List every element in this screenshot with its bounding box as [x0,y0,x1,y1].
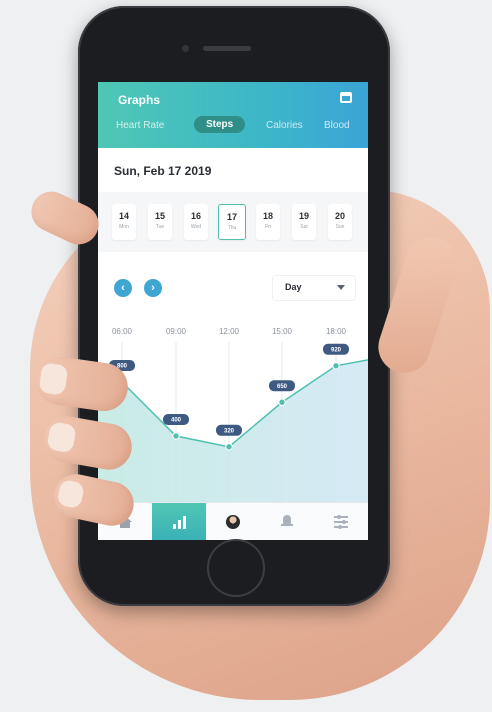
day-cell[interactable]: 16 Wed [184,204,208,240]
day-number: 19 [298,211,309,221]
day-number: 18 [262,211,273,221]
bell-icon [281,515,293,527]
selected-date: Sun, Feb 17 2019 [114,164,212,178]
day-number: 15 [154,211,165,221]
front-camera [182,45,189,52]
app-screen: Graphs Heart Rate Steps Calories Blood S… [98,82,368,540]
x-tick-label: 06:00 [112,327,133,336]
data-label: 400 [171,418,182,424]
tab-calories[interactable]: Calories [266,120,303,131]
nav-settings[interactable] [314,503,368,540]
day-weekday: Mon [119,224,129,230]
chevron-down-icon [337,285,345,290]
data-point[interactable] [332,362,340,370]
nav-graphs[interactable] [152,503,206,540]
day-number: 17 [226,212,237,222]
data-label: 650 [277,384,288,390]
day-cell[interactable]: 18 Fri [256,204,280,240]
day-number: 20 [334,211,345,221]
day-number: 16 [190,211,201,221]
day-weekday: Sun [335,224,345,230]
metric-tabs: Heart Rate Steps Calories Blood [98,115,368,141]
page-title: Graphs [118,93,161,107]
calendar-icon[interactable] [340,92,352,103]
sliders-icon [334,514,348,530]
next-button[interactable]: › [144,279,162,297]
data-point[interactable] [225,443,233,451]
day-number: 14 [118,211,129,221]
nav-profile[interactable] [206,503,260,540]
day-weekday: Thu [227,225,237,231]
x-tick-label: 09:00 [166,327,187,336]
day-weekday: Fri [265,224,271,230]
data-label: 320 [224,428,235,434]
day-cell-selected[interactable]: 17 Thu [218,204,246,240]
chevron-right-icon: › [151,282,155,294]
bar-chart-icon [172,515,186,529]
data-point[interactable] [278,398,286,406]
x-tick-label: 12:00 [219,327,240,336]
nav-notifications[interactable] [260,503,314,540]
range-dropdown[interactable]: Day [272,275,356,301]
data-point[interactable] [172,432,180,440]
bottom-nav [98,502,368,540]
x-tick-label: 18:00 [326,327,347,336]
day-weekday: Tue [155,224,165,230]
earpiece-speaker [203,46,251,51]
home-button[interactable] [207,539,265,597]
avatar-icon [226,515,240,529]
tab-heart-rate[interactable]: Heart Rate [116,120,164,131]
app-header: Graphs Heart Rate Steps Calories Blood [98,82,368,148]
day-cell[interactable]: 15 Tue [148,204,172,240]
steps-chart: 06:00 09:00 12:00 15:00 18:00800400320650920 [98,327,368,502]
day-cell[interactable]: 14 Mon [112,204,136,240]
day-cell[interactable]: 20 Sun [328,204,352,240]
day-cell[interactable]: 19 Sat [292,204,316,240]
data-label: 920 [331,347,342,353]
day-weekday: Sat [300,224,308,230]
day-weekday: Wed [190,224,202,230]
tab-steps[interactable]: Steps [194,116,246,133]
x-tick-label: 15:00 [272,327,293,336]
chevron-left-icon: ‹ [121,282,125,294]
tab-blood[interactable]: Blood [324,120,350,131]
date-strip: 14 Mon 15 Tue 16 Wed 17 Thu 18 Fri 19 Sat 20 Su… [98,192,368,252]
prev-button[interactable]: ‹ [114,279,132,297]
range-selected-value: Day [285,282,302,292]
